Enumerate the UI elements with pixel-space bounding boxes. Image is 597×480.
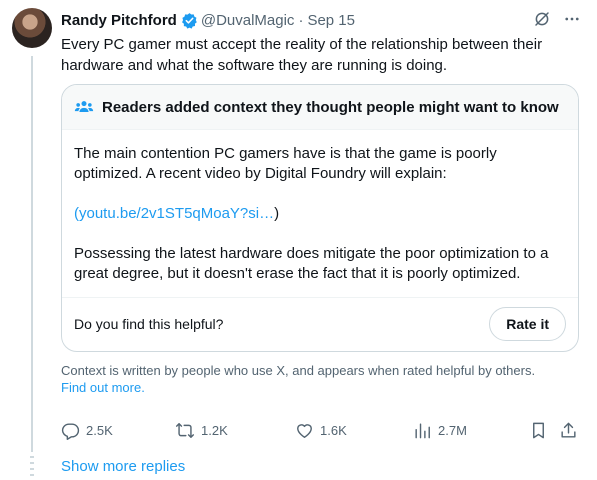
note-header-label: Readers added context they thought peopl…: [102, 98, 559, 116]
context-disclaimer-text: Context is written by people who use X, …: [61, 363, 536, 378]
thread-dots: [30, 456, 34, 480]
note-link-line: (youtu.be/2v1ST5qMoaY?si…): [74, 204, 566, 224]
avatar[interactable]: [12, 8, 52, 48]
grok-icon[interactable]: [533, 10, 551, 28]
note-body: The main contention PC gamers have is th…: [62, 130, 578, 284]
repost-icon: [175, 422, 195, 438]
context-disclaimer: Context is written by people who use X, …: [61, 362, 581, 396]
note-paragraph-1: The main contention PC gamers have is th…: [74, 145, 497, 182]
author-name[interactable]: Randy Pitchford: [61, 12, 177, 29]
note-paragraph-2: Possessing the latest hardware does miti…: [74, 245, 549, 282]
more-icon[interactable]: [563, 10, 581, 28]
verified-badge-icon: [181, 12, 197, 29]
tweet-header: Randy Pitchford @DuvalMagic · Sep 15: [61, 10, 581, 30]
tweet-actions: 2.5K 1.2K 1.6K 2.7M: [61, 420, 581, 440]
note-link[interactable]: youtu.be/2v1ST5qMoaY?si…: [79, 205, 274, 222]
share-button[interactable]: [559, 420, 578, 440]
like-icon: [297, 423, 312, 438]
like-button[interactable]: 1.6K: [295, 420, 347, 440]
rate-it-button[interactable]: Rate it: [489, 307, 566, 341]
find-out-more-link[interactable]: Find out more.: [61, 380, 145, 395]
bookmark-icon: [533, 422, 544, 438]
helpful-question: Do you find this helpful?: [74, 316, 224, 332]
reply-count: 2.5K: [86, 422, 113, 438]
views-button[interactable]: 2.7M: [413, 420, 467, 440]
show-more-replies-link[interactable]: Show more replies: [61, 458, 185, 475]
header-separator: ·: [298, 11, 304, 29]
views-icon: [415, 422, 430, 438]
tweet-date[interactable]: Sep 15: [307, 12, 355, 29]
like-count: 1.6K: [320, 422, 347, 438]
note-footer: Do you find this helpful? Rate it: [62, 297, 578, 350]
reply-icon: [61, 422, 80, 440]
repost-count: 1.2K: [201, 422, 228, 438]
thread-line: [31, 56, 33, 452]
community-note: Readers added context they thought peopl…: [61, 84, 579, 352]
share-icon: [561, 422, 576, 438]
note-header[interactable]: Readers added context they thought peopl…: [62, 85, 578, 130]
author-handle[interactable]: @DuvalMagic: [201, 12, 295, 29]
link-close-paren: ): [274, 205, 280, 222]
views-count: 2.7M: [438, 422, 467, 438]
community-notes-icon: [74, 101, 94, 112]
repost-button[interactable]: 1.2K: [175, 420, 228, 440]
tweet-text: Every PC gamer must accept the reality o…: [61, 36, 543, 74]
bookmark-button[interactable]: [529, 420, 548, 440]
reply-button[interactable]: 2.5K: [61, 420, 113, 440]
